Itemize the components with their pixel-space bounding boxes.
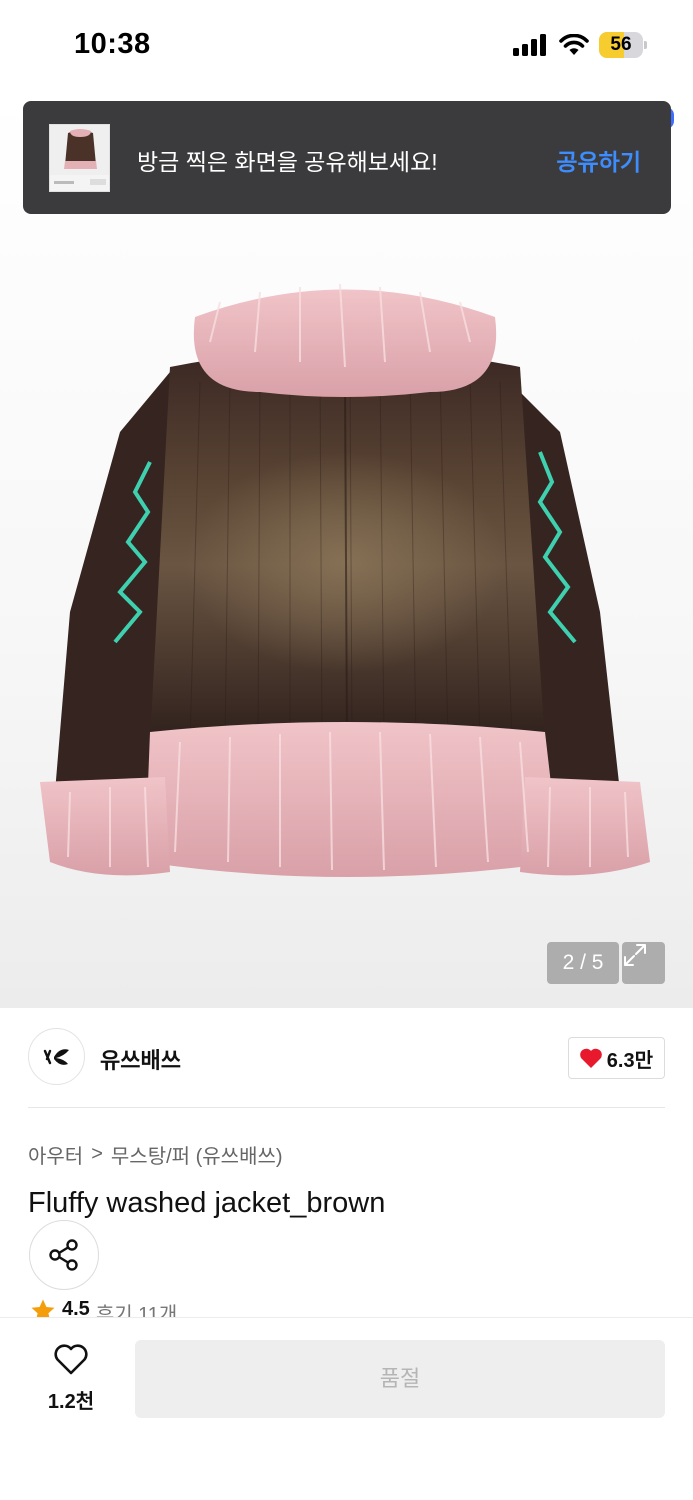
wishlist-count: 1.2천 <box>47 1391 95 1413</box>
product-image <box>40 283 650 877</box>
heart-outline-icon <box>54 1344 88 1375</box>
breadcrumb-category[interactable]: 아우터 <box>28 1140 83 1169</box>
toast-message: 방금 찍은 화면을 공유해보세요! <box>137 149 438 175</box>
share-action-button[interactable]: 공유하기 <box>556 143 641 177</box>
butterfly-logo-icon <box>43 1048 69 1065</box>
brand-like-button[interactable]: 6.3만 <box>567 1037 665 1079</box>
sold-out-button[interactable]: 품절 <box>135 1340 665 1418</box>
expand-icon <box>624 944 646 966</box>
heart-icon <box>579 1048 602 1068</box>
brand-like-count: 6.3만 <box>606 1049 653 1072</box>
chevron-right-icon: > <box>91 1143 103 1165</box>
product-image-gallery[interactable]: 2 / 5 <box>0 92 693 1008</box>
divider <box>28 1107 665 1108</box>
brand-logo[interactable] <box>28 1028 85 1085</box>
expand-image-button[interactable] <box>622 942 665 984</box>
breadcrumb: 아우터 > 무스탕/퍼 (유쓰배쓰) <box>28 1140 283 1169</box>
product-title: Fluffy washed jacket_brown <box>28 1187 386 1219</box>
breadcrumb-subcategory[interactable]: 무스탕/퍼 (유쓰배쓰) <box>111 1140 283 1169</box>
share-button[interactable] <box>29 1220 99 1290</box>
battery-level: 56 <box>610 34 632 55</box>
bottom-action-bar: 1.2천 품절 <box>0 1317 693 1500</box>
status-bar: 10:38 56 <box>0 0 693 92</box>
battery-icon: 56 <box>599 32 647 58</box>
status-time: 10:38 <box>74 28 151 60</box>
image-counter: 2 / 5 <box>547 942 619 984</box>
screenshot-thumbnail <box>49 124 110 192</box>
wishlist-button[interactable]: 1.2천 <box>36 1344 106 1414</box>
status-icons: 56 <box>513 32 647 58</box>
wifi-icon <box>559 34 589 55</box>
share-icon <box>49 1239 78 1271</box>
brand-name[interactable]: 유쓰배쓰 <box>100 1043 181 1075</box>
signal-icon <box>513 34 546 56</box>
share-screenshot-toast: 방금 찍은 화면을 공유해보세요! 공유하기 <box>23 101 671 214</box>
brand-row[interactable]: 유쓰배쓰 6.3만 <box>28 1028 665 1088</box>
